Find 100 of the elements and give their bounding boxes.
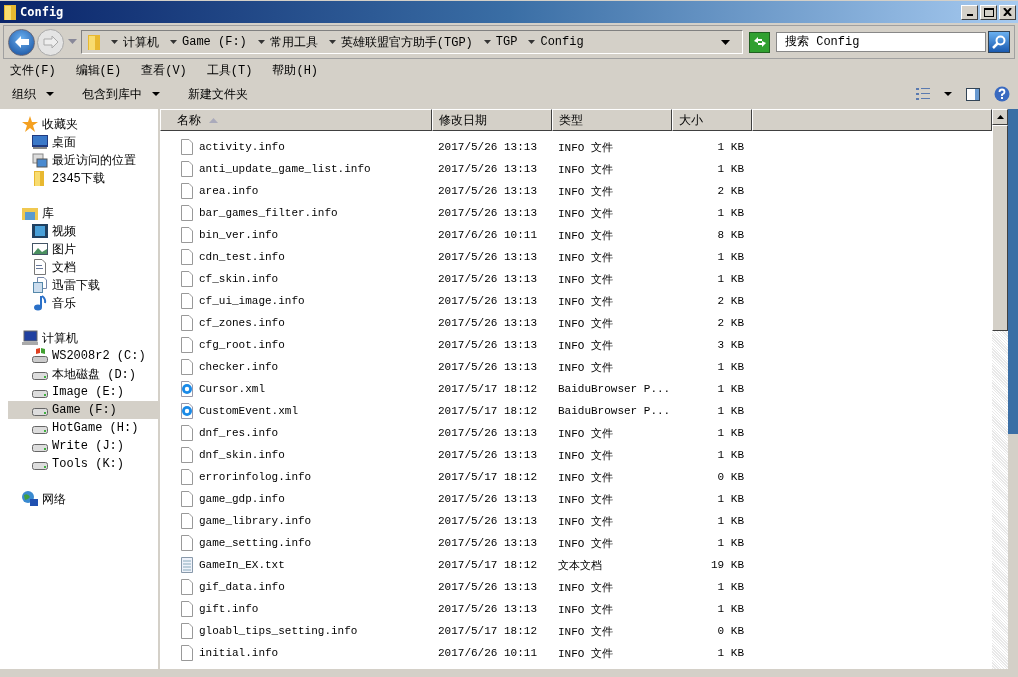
caret-icon[interactable]	[257, 40, 265, 44]
sidebar-heading[interactable]: 收藏夹	[42, 115, 78, 133]
file-icon	[180, 535, 194, 551]
maximize-button[interactable]	[980, 4, 997, 20]
file-name[interactable]: gif_data.info	[199, 581, 285, 593]
file-name[interactable]: bin_ver.info	[199, 229, 279, 241]
file-name[interactable]: gloabl_tips_setting.info	[199, 625, 358, 637]
menu-item[interactable]: 查看(V)	[137, 61, 191, 79]
caret-icon[interactable]	[528, 40, 536, 44]
file-name[interactable]: anti_update_game_list.info	[199, 163, 371, 175]
toolbar-button[interactable]: 新建文件夹	[184, 83, 252, 105]
menu-item[interactable]: 帮助(H)	[268, 61, 323, 79]
breadcrumb-item[interactable]: 计算机	[123, 33, 159, 51]
scrollbar[interactable]	[992, 109, 1008, 669]
table-cell: 1 KB	[717, 405, 744, 417]
column-header[interactable]: 名称	[160, 109, 432, 131]
breadcrumb-item[interactable]: Config	[540, 35, 584, 49]
sidebar-item[interactable]: 迅雷下载	[8, 276, 158, 294]
file-name[interactable]: cf_ui_image.info	[199, 295, 305, 307]
sidebar-item[interactable]: HotGame (H:)	[8, 419, 158, 437]
sidebar-item[interactable]: 音乐	[8, 294, 158, 312]
breadcrumb-item[interactable]: Game (F:)	[182, 35, 247, 49]
file-icon	[180, 183, 194, 199]
caret-icon[interactable]	[483, 40, 491, 44]
file-name[interactable]: activity.info	[199, 141, 285, 153]
sidebar-item[interactable]: Write (J:)	[8, 437, 158, 455]
toolbar-button[interactable]: 组织	[8, 83, 58, 105]
file-name[interactable]: cf_zones.info	[199, 317, 285, 329]
sidebar-item[interactable]: 本地磁盘 (D:)	[8, 365, 158, 383]
file-name[interactable]: game_gdp.info	[199, 493, 285, 505]
file-name[interactable]: area.info	[199, 185, 259, 197]
file-name[interactable]: errorinfolog.info	[199, 471, 312, 483]
table-cell: 2017/5/26 13:13	[438, 207, 538, 219]
caret-icon[interactable]	[944, 92, 952, 96]
search-button[interactable]	[988, 31, 1010, 53]
caret-icon[interactable]	[111, 40, 118, 44]
refresh-button[interactable]	[749, 31, 770, 53]
sidebar-item[interactable]: 视频	[8, 222, 158, 240]
file-name[interactable]: dnf_skin.info	[199, 449, 285, 461]
film-icon	[32, 223, 48, 239]
sidebar-item[interactable]: 最近访问的位置	[8, 151, 158, 169]
address-bar[interactable]: 计算机 Game (F:) 常用工具 英雄联盟官方助手(TGP) TGP Config	[81, 30, 743, 54]
caret-icon[interactable]	[721, 39, 730, 45]
back-button[interactable]	[8, 28, 35, 56]
table-cell-text: INFO 文件	[558, 316, 613, 331]
sidebar-item[interactable]: 图片	[8, 240, 158, 258]
file-name[interactable]: game_setting.info	[199, 537, 312, 549]
menu-item[interactable]: 工具(T)	[202, 61, 257, 79]
caret-icon[interactable]	[170, 40, 177, 44]
table-cell: 19 KB	[711, 559, 744, 571]
sidebar-item[interactable]: 文档	[8, 258, 158, 276]
sidebar-item[interactable]: Tools (K:)	[8, 455, 158, 473]
sidebar-heading[interactable]: 计算机	[42, 329, 78, 347]
close-icon	[1003, 8, 1012, 16]
file-name[interactable]: Cursor.xml	[199, 383, 265, 395]
sidebar-item[interactable]: Game (F:)	[8, 401, 158, 419]
file-name[interactable]: bar_games_filter.info	[199, 207, 338, 219]
file-name[interactable]: gift.info	[199, 603, 259, 615]
scroll-thumb[interactable]	[992, 125, 1008, 331]
preview-pane-icon[interactable]	[966, 87, 980, 101]
column-header[interactable]: 修改日期	[432, 109, 552, 131]
sidebar-heading[interactable]: 库	[42, 204, 54, 222]
breadcrumb-item[interactable]: TGP	[495, 35, 518, 49]
minimize-button[interactable]	[961, 4, 978, 20]
table-cell-text: INFO 文件	[558, 338, 613, 353]
up-arrow-icon[interactable]	[996, 115, 1004, 119]
menu-item[interactable]: 编辑(E)	[71, 61, 126, 79]
column-header[interactable]: 类型	[552, 109, 672, 131]
close-button[interactable]	[999, 4, 1016, 20]
file-name[interactable]: checker.info	[199, 361, 279, 373]
menu-item[interactable]: 文件(F)	[6, 61, 60, 79]
file-name[interactable]: cfg_root.info	[199, 339, 285, 351]
file-name[interactable]: cdn_test.info	[199, 251, 285, 263]
table-cell-text: INFO 文件	[558, 206, 613, 221]
file-name[interactable]: game_library.info	[199, 515, 312, 527]
details-view-icon[interactable]	[916, 88, 930, 100]
sidebar-item[interactable]: 2345下载	[8, 169, 158, 187]
file-name[interactable]: GameIn_EX.txt	[199, 559, 285, 571]
sidebar-item[interactable]: WS2008r2 (C:)	[8, 347, 158, 365]
table-cell: 2017/5/26 13:13	[438, 427, 538, 439]
column-header[interactable]: 大小	[672, 109, 752, 131]
recent-places-icon	[32, 152, 48, 168]
table-cell: 1 KB	[717, 383, 744, 395]
table-cell: 1 KB	[717, 603, 744, 615]
breadcrumb-item[interactable]: 英雄联盟官方助手(TGP)	[340, 33, 473, 51]
caret-icon[interactable]	[328, 40, 336, 44]
help-icon[interactable]	[994, 86, 1010, 102]
sidebar-item[interactable]: 桌面	[8, 133, 158, 151]
table-cell: 1 KB	[717, 163, 744, 175]
toolbar-button[interactable]: 包含到库中	[78, 83, 164, 105]
computer-icon	[22, 330, 38, 346]
file-name[interactable]: cf_skin.info	[199, 273, 279, 285]
sidebar-item[interactable]: Image (E:)	[8, 383, 158, 401]
table-cell: 2 KB	[717, 185, 744, 197]
file-name[interactable]: initial.info	[199, 647, 279, 659]
breadcrumb-item[interactable]: 常用工具	[269, 33, 318, 51]
sidebar-heading[interactable]: 网络	[42, 490, 66, 508]
search-field[interactable]: 搜索 Config	[776, 32, 986, 52]
file-name[interactable]: CustomEvent.xml	[199, 405, 299, 417]
file-name[interactable]: dnf_res.info	[199, 427, 279, 439]
